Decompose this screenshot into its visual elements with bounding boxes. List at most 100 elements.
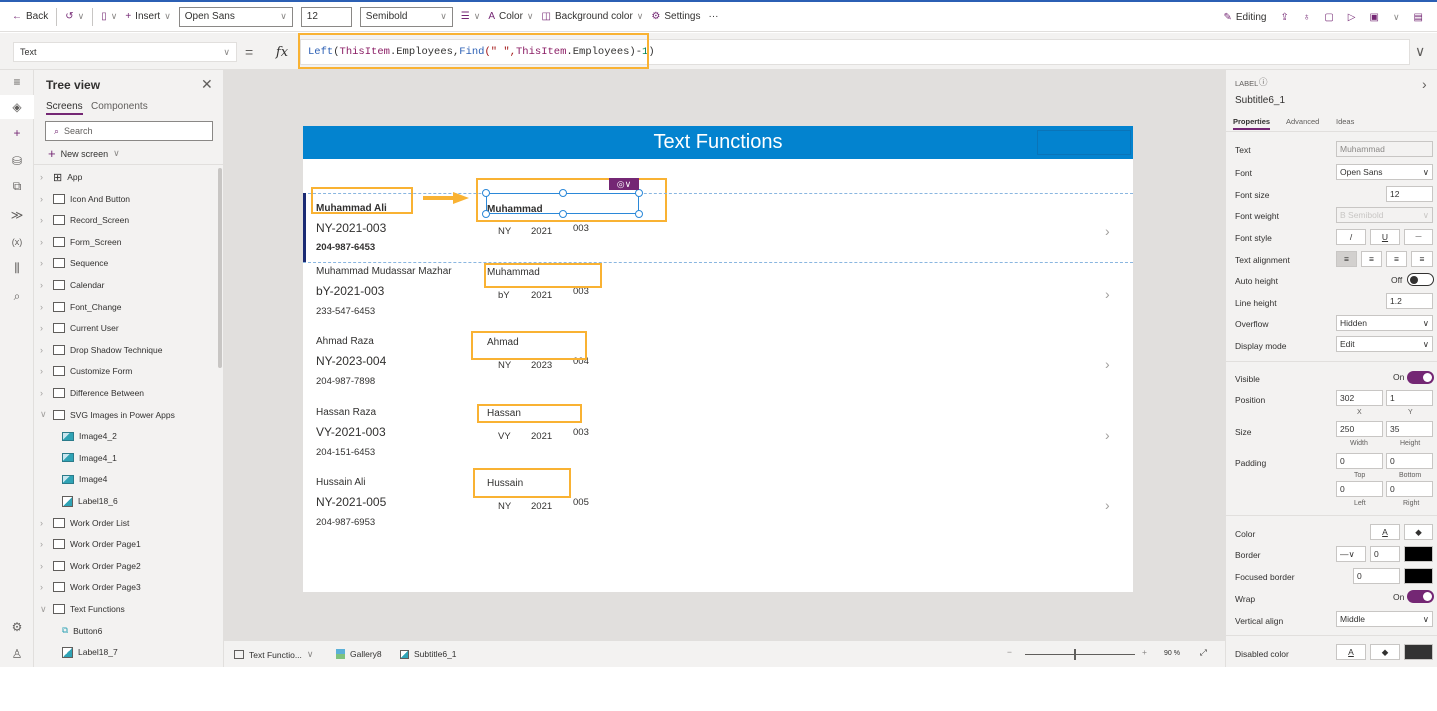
- tab-properties[interactable]: Properties: [1233, 117, 1271, 130]
- chevron-right-icon[interactable]: ›: [40, 194, 48, 204]
- chevron-right-icon[interactable]: ›: [40, 302, 48, 312]
- chevron-right-icon[interactable]: ›: [1105, 497, 1110, 513]
- tree-item[interactable]: › Icon And Button: [40, 189, 130, 209]
- overflow-dropdown[interactable]: Hidden ∨: [1336, 315, 1433, 331]
- tree-item[interactable]: ∨ Text Functions: [40, 599, 125, 619]
- resize-handle[interactable]: [635, 210, 643, 218]
- expand-formula-icon[interactable]: ∨: [1415, 43, 1425, 60]
- breadcrumb-control[interactable]: Subtitle6_1: [400, 649, 457, 659]
- tree-item[interactable]: ∨ SVG Images in Power Apps: [40, 405, 175, 425]
- line-height-input[interactable]: 1.2: [1386, 293, 1433, 309]
- fx-icon[interactable]: fx: [266, 39, 298, 65]
- height-input[interactable]: 35: [1386, 421, 1433, 437]
- paste-button[interactable]: ▯ ∨: [101, 11, 117, 22]
- padding-top-input[interactable]: 0: [1336, 453, 1383, 469]
- visible-toggle[interactable]: [1407, 371, 1434, 384]
- chevron-down-icon[interactable]: ∨: [1393, 12, 1400, 23]
- background-color-button[interactable]: ◫ Background color ∨: [542, 11, 644, 22]
- plus-icon[interactable]: +: [0, 121, 34, 145]
- font-dropdown[interactable]: Open Sans ∨: [1336, 164, 1433, 180]
- tree-item[interactable]: › Record_Screen: [40, 210, 129, 230]
- zoom-slider-thumb[interactable]: [1074, 649, 1076, 660]
- font-weight-dropdown[interactable]: B Semibold ∨: [1336, 207, 1433, 223]
- settings-button[interactable]: ⚙ Settings: [651, 11, 700, 22]
- text-field[interactable]: Muhammad: [1336, 141, 1433, 157]
- color-button[interactable]: A Color ∨: [488, 11, 533, 22]
- fit-to-window-icon[interactable]: ⤢: [1200, 647, 1207, 658]
- chevron-right-icon[interactable]: ›: [40, 280, 48, 290]
- resize-handle[interactable]: [482, 189, 490, 197]
- database-icon[interactable]: ⛁: [0, 149, 34, 173]
- italic-button[interactable]: /: [1336, 229, 1366, 245]
- tree-item[interactable]: › Font_Change: [40, 297, 122, 317]
- gallery-row[interactable]: Ahmad Raza NY-2023-004 204-987-7898 Ahmad NY…: [303, 334, 1133, 404]
- align-right-button[interactable]: ≡: [1386, 251, 1407, 267]
- help-icon[interactable]: ⓘ: [1259, 76, 1268, 88]
- power-automate-icon[interactable]: ≫: [0, 203, 34, 227]
- tree-item[interactable]: › Difference Between: [40, 383, 144, 403]
- font-size-input[interactable]: 12: [1386, 186, 1433, 202]
- strikethrough-button[interactable]: —: [1404, 229, 1433, 245]
- border-color-swatch[interactable]: [1404, 546, 1433, 562]
- chevron-right-icon[interactable]: ›: [40, 539, 48, 549]
- close-icon[interactable]: ✕: [201, 76, 213, 93]
- tree-scrollbar[interactable]: [218, 168, 222, 368]
- insert-button[interactable]: + Insert ∨: [125, 11, 170, 22]
- chevron-right-icon[interactable]: ›: [40, 258, 48, 268]
- header-button[interactable]: [1037, 130, 1131, 155]
- disabled-fill-button[interactable]: ◆: [1370, 644, 1400, 660]
- tree-item[interactable]: › Drop Shadow Technique: [40, 340, 162, 360]
- property-dropdown[interactable]: Text ∨: [13, 42, 237, 62]
- media-icon[interactable]: ⧉: [0, 174, 34, 198]
- tree-item[interactable]: ⧉ Button6: [62, 621, 102, 641]
- new-screen-button[interactable]: + New screen ∨: [48, 146, 120, 161]
- search-icon[interactable]: ⌕: [0, 284, 34, 308]
- chevron-right-icon[interactable]: ›: [40, 561, 48, 571]
- play-icon[interactable]: ▷: [1348, 12, 1356, 23]
- padding-right-input[interactable]: 0: [1386, 481, 1433, 497]
- chevron-right-icon[interactable]: ›: [40, 345, 48, 355]
- settings-icon[interactable]: ⚙: [0, 615, 34, 639]
- underline-button[interactable]: U: [1370, 229, 1400, 245]
- gallery-row[interactable]: Muhammad Mudassar Mazhar bY-2021-003 233-5…: [303, 264, 1133, 334]
- zoom-out-button[interactable]: −: [1007, 647, 1012, 657]
- tree-item[interactable]: Label18_7: [62, 642, 118, 662]
- tree-item[interactable]: › ⊞ App: [40, 167, 82, 187]
- tab-screens[interactable]: Screens: [46, 101, 83, 115]
- chevron-right-icon[interactable]: ›: [1422, 76, 1427, 92]
- chevron-right-icon[interactable]: ›: [1105, 223, 1110, 239]
- align-justify-button[interactable]: ≡: [1411, 251, 1433, 267]
- search-input[interactable]: ⌕ Search: [45, 121, 213, 141]
- tree-item[interactable]: › Work Order Page3: [40, 577, 141, 597]
- chevron-right-icon[interactable]: ›: [40, 237, 48, 247]
- back-button[interactable]: ← Back: [12, 11, 48, 22]
- editing-button[interactable]: ✎ Editing: [1223, 12, 1266, 23]
- position-x-input[interactable]: 302: [1336, 390, 1383, 406]
- chevron-right-icon[interactable]: ›: [40, 366, 48, 376]
- layers-icon[interactable]: ◈: [0, 95, 34, 119]
- resize-handle[interactable]: [635, 189, 643, 197]
- chevron-right-icon[interactable]: ›: [40, 215, 48, 225]
- control-actions-button[interactable]: ◎∨: [609, 178, 639, 190]
- font-dropdown[interactable]: Open Sans ∨: [178, 6, 293, 27]
- share-icon[interactable]: ⇪: [1280, 12, 1288, 23]
- resize-handle[interactable]: [559, 189, 567, 197]
- chevron-right-icon[interactable]: ›: [40, 388, 48, 398]
- resize-handle[interactable]: [559, 210, 567, 218]
- zoom-in-button[interactable]: +: [1142, 647, 1147, 657]
- chevron-right-icon[interactable]: ›: [1105, 286, 1110, 302]
- tab-components[interactable]: Components: [91, 101, 148, 112]
- tree-item[interactable]: › Current User: [40, 318, 119, 338]
- tab-ideas[interactable]: Ideas: [1336, 117, 1354, 126]
- chevron-down-icon[interactable]: ∨: [40, 604, 48, 615]
- zoom-slider[interactable]: [1025, 654, 1135, 655]
- breadcrumb-screen[interactable]: Text Functio... ∨: [234, 649, 314, 660]
- wrap-toggle[interactable]: [1407, 590, 1434, 603]
- chevron-right-icon[interactable]: ›: [40, 582, 48, 592]
- comment-icon[interactable]: ▢: [1324, 12, 1333, 23]
- tree-item[interactable]: › Work Order Page2: [40, 556, 141, 576]
- tree-item[interactable]: › Work Order Page1: [40, 534, 141, 554]
- font-weight-dropdown[interactable]: Semibold ∨: [359, 6, 453, 27]
- focused-border-input[interactable]: 0: [1353, 568, 1400, 584]
- tree-item[interactable]: › Work Order List: [40, 513, 129, 533]
